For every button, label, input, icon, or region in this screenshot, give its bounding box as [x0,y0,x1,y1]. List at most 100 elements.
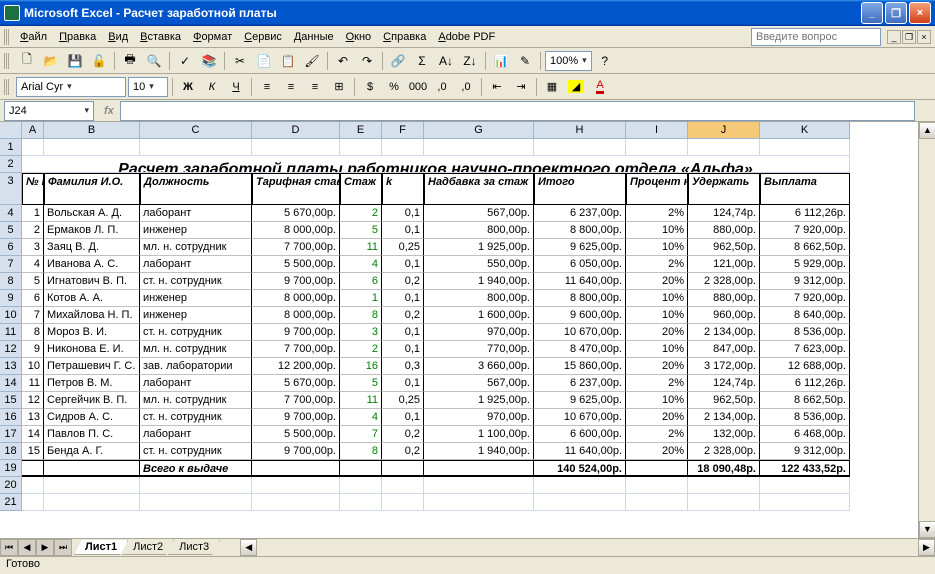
table-cell[interactable]: 11 [340,239,382,256]
cell[interactable] [340,494,382,511]
table-cell[interactable]: 2% [626,426,688,443]
table-cell[interactable]: Вольская А. Д. [44,205,140,222]
table-cell[interactable]: 5 500,00р. [252,426,340,443]
col-header-H[interactable]: H [534,122,626,139]
merge-center-button[interactable]: ⊞ [328,76,350,98]
table-cell[interactable]: 2 328,00р. [688,443,760,460]
table-cell[interactable]: 2% [626,256,688,273]
table-cell[interactable]: 6 112,26р. [760,375,850,392]
table-cell[interactable]: 0,3 [382,358,424,375]
table-cell[interactable]: 11 640,00р. [534,273,626,290]
increase-indent-button[interactable]: ⇥ [510,76,532,98]
close-button[interactable]: × [909,2,931,24]
table-cell[interactable]: 4 [340,409,382,426]
table-cell[interactable]: 8 [340,443,382,460]
open-button[interactable]: 📂 [40,50,62,72]
table-cell[interactable]: 3 [340,324,382,341]
menubar-handle[interactable] [4,29,10,45]
row-header-9[interactable]: 9 [0,290,22,307]
table-cell[interactable]: 14 [22,426,44,443]
row-header-8[interactable]: 8 [0,273,22,290]
col-header-G[interactable]: G [424,122,534,139]
chart-wizard-button[interactable]: 📊 [490,50,512,72]
print-preview-button[interactable]: 🔍 [143,50,165,72]
table-cell[interactable]: 0,1 [382,205,424,222]
help-search-input[interactable] [751,28,881,46]
table-cell[interactable]: 121,00р. [688,256,760,273]
cell[interactable] [252,139,340,156]
col-header-B[interactable]: B [44,122,140,139]
table-cell[interactable]: 20% [626,358,688,375]
table-cell[interactable]: 7 700,00р. [252,392,340,409]
table-cell[interactable]: 132,00р. [688,426,760,443]
table-cell[interactable]: 6 050,00р. [534,256,626,273]
table-cell[interactable]: Петрашевич Г. С. [44,358,140,375]
table-cell[interactable]: 9 600,00р. [534,307,626,324]
table-cell[interactable]: 9 312,00р. [760,273,850,290]
table-cell[interactable]: 0,25 [382,392,424,409]
row-header-12[interactable]: 12 [0,341,22,358]
table-cell[interactable]: 8 000,00р. [252,222,340,239]
row-header-17[interactable]: 17 [0,426,22,443]
table-cell[interactable]: 880,00р. [688,290,760,307]
row-header-18[interactable]: 18 [0,443,22,460]
totals-cell[interactable] [44,460,140,477]
table-cell[interactable]: 10% [626,239,688,256]
table-cell[interactable]: 10% [626,290,688,307]
undo-button[interactable]: ↶ [332,50,354,72]
table-cell[interactable]: 960,00р. [688,307,760,324]
table-cell[interactable]: Мороз В. И. [44,324,140,341]
totals-cell[interactable] [382,460,424,477]
table-cell[interactable]: 0,2 [382,426,424,443]
col-header-E[interactable]: E [340,122,382,139]
table-cell[interactable]: Павлов П. С. [44,426,140,443]
table-cell[interactable]: инженер [140,307,252,324]
fill-color-button[interactable]: ◢ [565,76,587,98]
table-cell[interactable]: 11 [340,392,382,409]
table-cell[interactable]: 4 [22,256,44,273]
table-cell[interactable]: 9 700,00р. [252,409,340,426]
table-cell[interactable]: 8 000,00р. [252,307,340,324]
table-cell[interactable]: Ермаков Л. П. [44,222,140,239]
menu-формат[interactable]: Формат [187,29,238,45]
tab-nav-last[interactable]: ⏭ [54,539,72,556]
table-cell[interactable]: Михайлова Н. П. [44,307,140,324]
cell[interactable] [760,139,850,156]
totals-cell[interactable] [22,460,44,477]
row-header-19[interactable]: 19 [0,460,22,477]
cell[interactable] [382,494,424,511]
table-cell[interactable]: лаборант [140,426,252,443]
sort-desc-button[interactable]: Z↓ [459,50,481,72]
table-cell[interactable]: 5 670,00р. [252,205,340,222]
cell[interactable] [140,139,252,156]
fx-icon[interactable]: fx [104,105,114,117]
copy-button[interactable]: 📄 [253,50,275,72]
redo-button[interactable]: ↷ [356,50,378,72]
vertical-scrollbar[interactable]: ▲ ▼ [918,122,935,538]
underline-button[interactable]: Ч [225,76,247,98]
align-right-button[interactable]: ≡ [304,76,326,98]
table-cell[interactable]: 8 000,00р. [252,290,340,307]
table-cell[interactable]: 8 800,00р. [534,290,626,307]
table-cell[interactable]: Никонова Е. И. [44,341,140,358]
hyperlink-button[interactable]: 🔗 [387,50,409,72]
table-cell[interactable]: 6 600,00р. [534,426,626,443]
row-header-10[interactable]: 10 [0,307,22,324]
table-cell[interactable]: 5 500,00р. [252,256,340,273]
table-cell[interactable]: 20% [626,273,688,290]
table-cell[interactable]: 1 925,00р. [424,239,534,256]
table-cell[interactable]: 8 800,00р. [534,222,626,239]
row-header-2[interactable]: 2 [0,156,22,173]
scroll-down-button[interactable]: ▼ [919,521,935,538]
table-cell[interactable]: 0,2 [382,307,424,324]
table-cell[interactable]: Иванова А. С. [44,256,140,273]
new-button[interactable]: 🗋 [16,50,38,72]
row-header-16[interactable]: 16 [0,409,22,426]
table-cell[interactable]: 0,1 [382,409,424,426]
table-cell[interactable]: 12 200,00р. [252,358,340,375]
table-cell[interactable]: 9 625,00р. [534,239,626,256]
increase-decimal-button[interactable]: ,0 [431,76,453,98]
table-cell[interactable]: 1 100,00р. [424,426,534,443]
formula-input[interactable] [120,101,915,121]
table-cell[interactable]: 12 688,00р. [760,358,850,375]
